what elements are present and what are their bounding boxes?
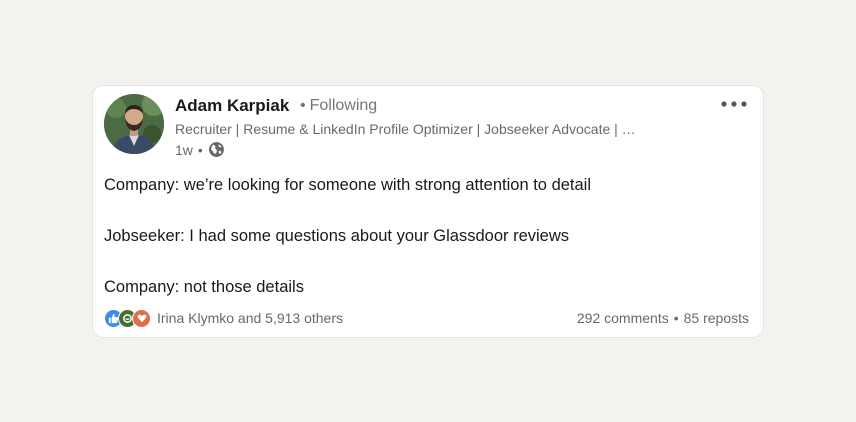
avatar-photo	[104, 94, 164, 154]
separator-dot: •	[300, 97, 306, 114]
post-line: Company: not those details	[104, 278, 304, 296]
more-options-button[interactable]	[719, 96, 749, 112]
separator-dot: •	[197, 141, 203, 158]
love-icon	[132, 308, 151, 328]
post-time: 1w	[175, 141, 193, 158]
engagement-counts: 292 comments • 85 reposts	[577, 310, 749, 326]
more-horizontal-icon	[721, 101, 747, 107]
post-line: Company: we’re looking for someone with …	[104, 176, 592, 194]
separator-dot: •	[673, 310, 679, 326]
post-text: Company: we’re looking for someone with …	[104, 173, 744, 301]
reaction-icons	[104, 308, 151, 328]
reactions-summary[interactable]: Irina Klymko and 5,913 others	[104, 308, 343, 328]
reposts-count-link[interactable]: 85 reposts	[684, 310, 749, 326]
post-meta: 1w •	[175, 141, 225, 158]
comments-count-link[interactable]: 292 comments	[577, 310, 669, 326]
follow-status-label: Following	[309, 97, 378, 114]
avatar[interactable]	[104, 94, 164, 154]
author-headline: Recruiter | Resume & LinkedIn Profile Op…	[175, 121, 636, 137]
author-name[interactable]: Adam Karpiak	[175, 96, 289, 116]
globe-icon	[208, 141, 225, 158]
post-line: Jobseeker: I had some questions about yo…	[104, 227, 569, 245]
social-counts-bar: Irina Klymko and 5,913 others 292 commen…	[104, 308, 749, 328]
follow-status[interactable]: • Following	[300, 97, 377, 115]
reactions-count: Irina Klymko and 5,913 others	[157, 310, 343, 326]
post-card: Adam Karpiak • Following Recruiter | Resu…	[93, 86, 763, 337]
